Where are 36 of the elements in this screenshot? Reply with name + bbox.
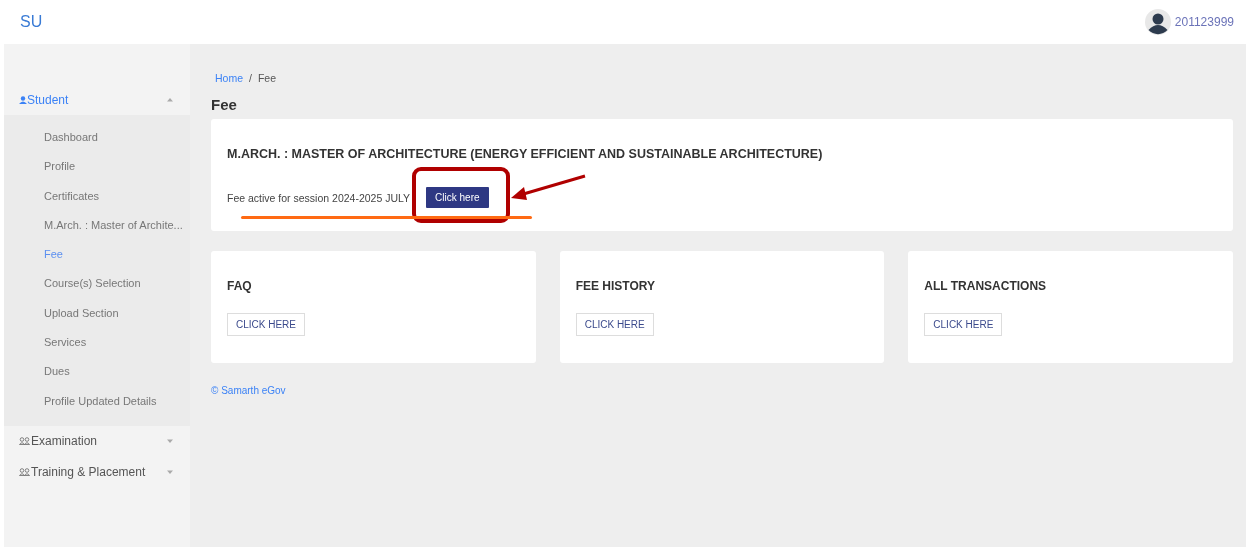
- sidebar-item[interactable]: Profile: [4, 152, 190, 182]
- sidebar-item[interactable]: Services: [4, 328, 190, 358]
- logo-text[interactable]: SU: [20, 13, 43, 31]
- sidebar-item[interactable]: Course(s) Selection: [4, 269, 190, 299]
- person-icon: [19, 95, 27, 104]
- people-icon: [19, 437, 31, 446]
- sidebar-section[interactable]: Student: [4, 84, 190, 115]
- click-here-button[interactable]: CLICK HERE: [924, 313, 1003, 336]
- card-title: FEE HISTORY: [575, 279, 656, 293]
- program-title: M.ARCH. : MASTER OF ARCHITECTURE (ENERGY EFFICIENT AND SUSTAINABLE ARCHITECTURE): [227, 146, 824, 161]
- caret-icon: [166, 438, 174, 444]
- click-here-button[interactable]: CLICK HERE: [227, 313, 305, 336]
- sidebar-item[interactable]: Dashboard: [4, 123, 190, 153]
- caret-icon: [166, 469, 174, 475]
- sidebar-item[interactable]: Dues: [4, 357, 190, 387]
- sidebar-item[interactable]: Profile Updated Details: [4, 386, 190, 416]
- sidebar-item[interactable]: Upload Section: [4, 298, 190, 329]
- caret-icon: [166, 97, 174, 102]
- footer-link[interactable]: © Samarth eGov: [211, 385, 1233, 396]
- sidebar-item[interactable]: M.Arch. : Master of Archite...: [4, 210, 190, 241]
- sidebar-item[interactable]: Fee: [4, 240, 190, 270]
- sidebar-item[interactable]: Certificates: [4, 181, 190, 211]
- sidebar-section[interactable]: Training & Placement: [4, 456, 190, 488]
- click-here-button[interactable]: Click here: [426, 187, 489, 208]
- card-title: ALL TRANSACTIONS: [924, 279, 1048, 293]
- people-icon: [19, 468, 31, 477]
- session-text: Fee active for session 2024-2025 JULY: [227, 191, 411, 204]
- sidebar-section[interactable]: Examination: [4, 425, 190, 457]
- user-avatar-icon[interactable]: [1144, 9, 1171, 35]
- breadcrumb-separator: /: [249, 72, 252, 84]
- page-title: Fee: [211, 96, 238, 113]
- breadcrumb-link[interactable]: Home: [215, 72, 243, 84]
- click-here-button[interactable]: CLICK HERE: [575, 313, 654, 336]
- user-id[interactable]: 201123999: [1174, 15, 1234, 29]
- breadcrumb-current: Fee: [257, 72, 277, 84]
- card-title: FAQ: [227, 279, 253, 293]
